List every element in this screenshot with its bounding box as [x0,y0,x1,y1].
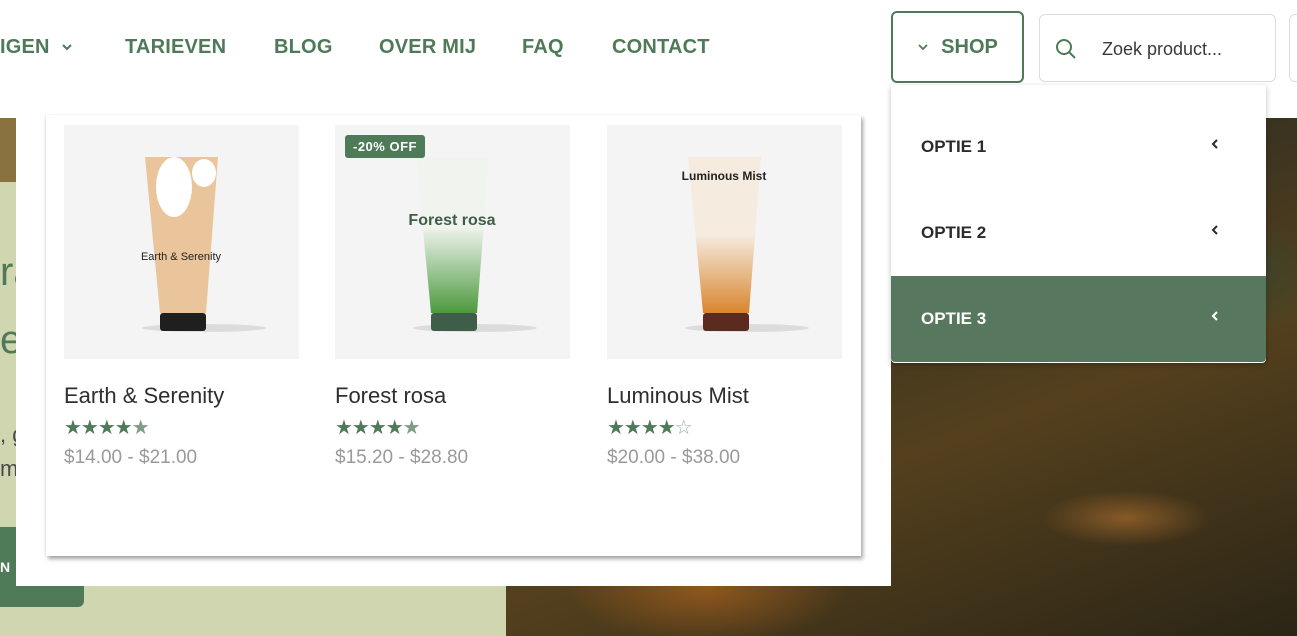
product-price: $20.00 - $38.00 [607,447,741,468]
rating-stars: ★★★★★ [335,417,421,439]
nav-item-diensten[interactable]: IGEN [0,36,50,59]
product-image[interactable]: Luminous Mist [607,125,842,359]
chevron-left-icon [1211,225,1218,235]
menu-item-label: OPTIE 2 [921,223,987,242]
chevron-left-icon [1211,311,1218,321]
product-name[interactable]: Luminous Mist [607,383,842,409]
product-price: $14.00 - $21.00 [64,447,198,468]
product-image[interactable]: Earth & Serenity [64,125,299,359]
hero-cta-label: N [0,559,11,575]
tube-icon: Forest rosa [408,157,537,332]
nav-item-blog[interactable]: BLOG [274,36,333,59]
nav-item-faq[interactable]: FAQ [522,36,564,59]
product-price: $15.20 - $28.80 [335,447,469,468]
hero-image-edge [0,118,16,182]
search-input[interactable] [1100,15,1274,83]
shop-button-label: SHOP [941,35,998,58]
product-card[interactable]: Forest rosa -20% OFF Forest rosa ★★★★★ $… [335,125,570,469]
product-card[interactable]: Luminous Mist Luminous Mist ★★★★☆ $20.00… [607,125,842,469]
search-box[interactable] [1039,14,1276,83]
rating-stars: ★★★★★ [64,417,150,439]
product-panel: Earth & Serenity Earth & Serenity ★★★★★ … [46,115,861,556]
tube-icon: Luminous Mist [682,157,809,332]
shop-options-menu: OPTIE 1 OPTIE 2 OPTIE 3 [891,85,1266,363]
chevron-left-icon [1211,139,1218,149]
chevron-down-icon[interactable] [60,40,74,54]
nav-item-label: IGEN [0,36,50,58]
nav-item-over-mij[interactable]: OVER MIJ [379,36,476,59]
product-card[interactable]: Earth & Serenity Earth & Serenity ★★★★★ … [64,125,299,469]
shop-button[interactable]: SHOP [891,11,1024,83]
site-header: IGEN TARIEVEN BLOG OVER MIJ FAQ CONTACT … [0,0,1297,96]
menu-item-label: OPTIE 1 [921,137,987,156]
tube-label: Forest rosa [408,212,495,229]
menu-item-optie-3[interactable]: OPTIE 3 [891,276,1266,362]
tube-label: Earth & Serenity [141,251,222,263]
tube-label: Luminous Mist [682,169,767,183]
tube-icon: Earth & Serenity [141,157,266,332]
search-icon[interactable] [1054,37,1078,61]
nav-item-tarieven[interactable]: TARIEVEN [125,36,226,59]
product-image[interactable]: Forest rosa -20% OFF [335,125,570,359]
chevron-down-icon [918,44,928,51]
menu-item-optie-2[interactable]: OPTIE 2 [891,190,1266,276]
nav-item-contact[interactable]: CONTACT [612,36,710,59]
product-name[interactable]: Earth & Serenity [64,383,299,409]
menu-item-label: OPTIE 3 [921,309,987,328]
product-name[interactable]: Forest rosa [335,383,570,409]
menu-item-optie-1[interactable]: OPTIE 1 [891,104,1266,190]
rating-stars: ★★★★☆ [607,417,693,439]
account-button[interactable] [1289,14,1297,82]
discount-badge: -20% OFF [345,135,425,158]
